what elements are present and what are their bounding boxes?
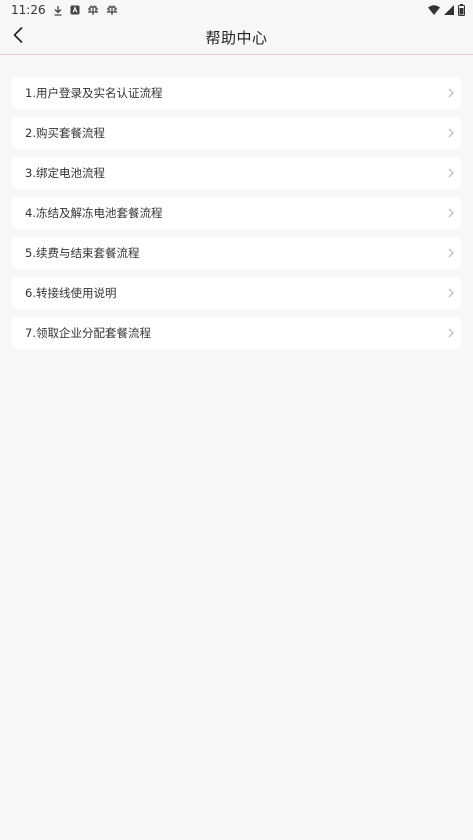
notification-a-icon [70, 5, 80, 15]
chevron-right-icon [448, 88, 454, 98]
status-right [428, 4, 465, 16]
help-item-6[interactable]: 6.转接线使用说明 [12, 277, 461, 309]
status-time: 11:26 [11, 3, 46, 17]
bug-icon [87, 4, 99, 16]
chevron-right-icon [448, 168, 454, 178]
help-item-3[interactable]: 3.绑定电池流程 [12, 157, 461, 189]
download-icon [53, 5, 63, 16]
chevron-right-icon [448, 128, 454, 138]
chevron-right-icon [448, 328, 454, 338]
help-item-7[interactable]: 7.领取企业分配套餐流程 [12, 317, 461, 349]
help-item-label: 7.领取企业分配套餐流程 [25, 326, 151, 340]
chevron-right-icon [448, 208, 454, 218]
help-item-2[interactable]: 2.购买套餐流程 [12, 117, 461, 149]
help-item-label: 4.冻结及解冻电池套餐流程 [25, 206, 163, 220]
app-header: 帮助中心 [0, 20, 473, 55]
help-item-label: 5.续费与结束套餐流程 [25, 246, 140, 260]
help-item-label: 6.转接线使用说明 [25, 286, 117, 300]
back-button[interactable] [6, 24, 30, 50]
help-item-label: 1.用户登录及实名认证流程 [25, 86, 163, 100]
chevron-right-icon [448, 288, 454, 298]
bug-icon [106, 4, 118, 16]
page-title: 帮助中心 [205, 28, 268, 47]
signal-icon [444, 5, 454, 15]
help-list: 1.用户登录及实名认证流程 2.购买套餐流程 3.绑定电池流程 4.冻结及解冻电… [0, 55, 473, 349]
help-item-label: 2.购买套餐流程 [25, 126, 105, 140]
status-bar: 11:26 [0, 0, 473, 20]
wifi-icon [428, 5, 440, 15]
chevron-right-icon [448, 248, 454, 258]
battery-icon [458, 4, 465, 16]
help-item-label: 3.绑定电池流程 [25, 166, 105, 180]
help-item-4[interactable]: 4.冻结及解冻电池套餐流程 [12, 197, 461, 229]
status-left: 11:26 [11, 3, 118, 17]
help-item-5[interactable]: 5.续费与结束套餐流程 [12, 237, 461, 269]
chevron-left-icon [13, 27, 23, 47]
help-item-1[interactable]: 1.用户登录及实名认证流程 [12, 77, 461, 109]
